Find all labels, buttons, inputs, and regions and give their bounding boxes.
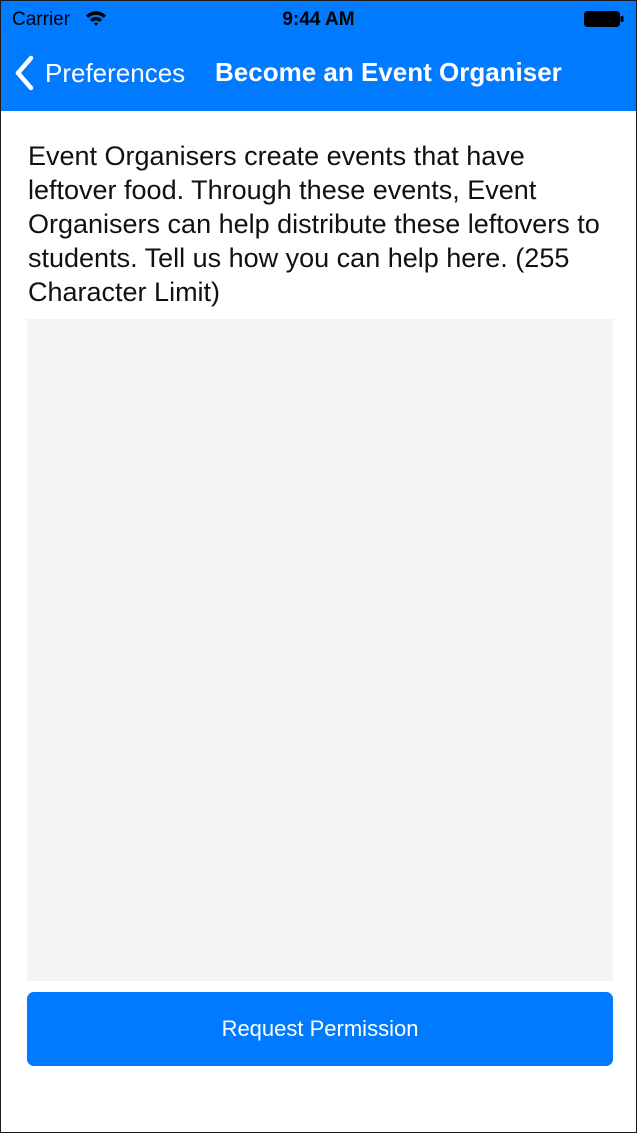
battery-icon (584, 11, 624, 27)
page-title: Become an Event Organiser (215, 57, 562, 87)
description-text: Event Organisers create events that have… (28, 141, 600, 307)
navigation-bar: Preferences Become an Event Organiser (1, 39, 636, 111)
request-permission-button[interactable]: Request Permission (27, 992, 613, 1066)
help-description-input[interactable] (27, 319, 613, 981)
back-button[interactable]: Preferences (13, 53, 185, 93)
top-bar: Carrier 9:44 AM Preferences Become an Ev… (1, 1, 636, 111)
status-time: 9:44 AM (282, 9, 355, 30)
status-bar: Carrier 9:44 AM (1, 1, 636, 39)
chevron-left-icon (15, 55, 34, 91)
app-screen: Carrier 9:44 AM Preferences Become an Ev… (0, 0, 637, 1133)
back-button-label: Preferences (45, 57, 186, 88)
